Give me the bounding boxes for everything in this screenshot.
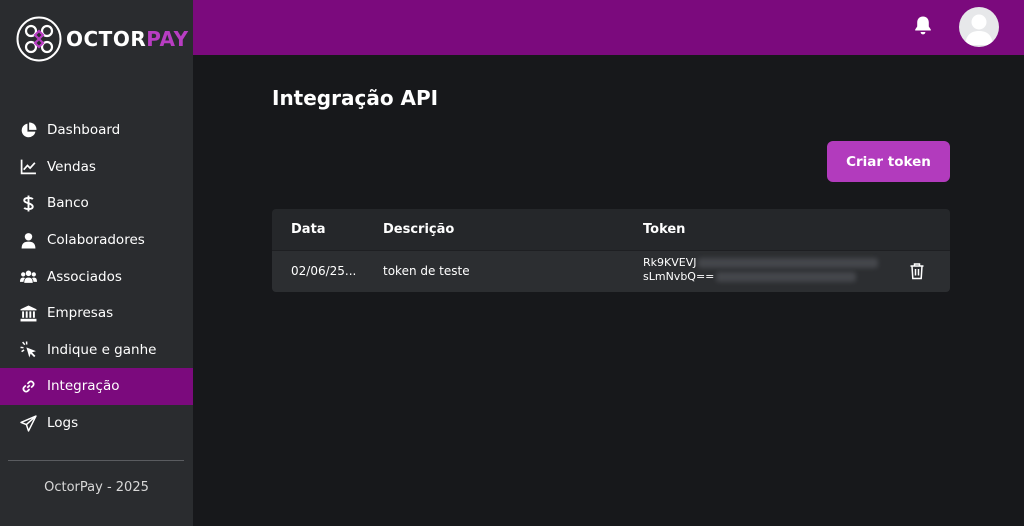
sidebar-item-associados[interactable]: Associados <box>0 258 193 295</box>
sidebar-item-dashboard[interactable]: Dashboard <box>0 112 193 149</box>
create-token-button[interactable]: Criar token <box>827 141 950 182</box>
column-header-description: Descrição <box>383 222 455 237</box>
sidebar-item-integracao[interactable]: Integração <box>0 368 193 405</box>
avatar[interactable] <box>959 7 999 47</box>
sidebar-item-colaboradores[interactable]: Colaboradores <box>0 222 193 259</box>
sidebar-item-label: Vendas <box>47 158 96 175</box>
user-icon <box>19 231 37 249</box>
token-redacted-1 <box>698 258 879 268</box>
sidebar-footer: OctorPay - 2025 <box>44 480 149 495</box>
sidebar-item-indique-e-ganhe[interactable]: Indique e ganhe <box>0 332 193 369</box>
pointer-click-icon <box>19 341 37 359</box>
top-bar <box>193 0 1024 55</box>
paper-plane-icon <box>19 414 37 432</box>
sidebar-item-empresas[interactable]: Empresas <box>0 295 193 332</box>
link-icon <box>19 377 37 395</box>
logo-mark-icon <box>16 16 62 62</box>
token-text-line-1: Rk9KVEVJ <box>643 256 697 269</box>
table-header: Data Descrição Token <box>272 209 950 250</box>
sidebar-item-label: Empresas <box>47 305 114 322</box>
sidebar: OCTORPAY Dashboard Vendas Banco Colabora… <box>0 0 193 526</box>
bank-icon <box>19 304 37 322</box>
sidebar-item-label: Indique e ganhe <box>47 341 157 358</box>
tokens-table: Data Descrição Token 02/06/25... token d… <box>272 209 950 292</box>
column-header-date: Data <box>291 222 326 237</box>
line-chart-icon <box>19 158 37 176</box>
page-title: Integração API <box>272 86 439 110</box>
column-header-token: Token <box>643 222 686 237</box>
users-icon <box>19 268 37 286</box>
brand-name: OCTORPAY <box>66 27 189 51</box>
row-token: Rk9KVEVJ sLmNvbQ== <box>643 256 879 284</box>
sidebar-item-label: Banco <box>47 195 89 212</box>
row-description: token de teste <box>383 264 470 278</box>
sidebar-divider <box>8 460 184 461</box>
sidebar-item-vendas[interactable]: Vendas <box>0 149 193 186</box>
table-row: 02/06/25... token de teste Rk9KVEVJ sLmN… <box>272 250 950 292</box>
trash-icon[interactable] <box>909 262 925 280</box>
sidebar-item-label: Dashboard <box>47 122 121 139</box>
token-redacted-2 <box>716 272 857 282</box>
sidebar-item-label: Associados <box>47 268 122 285</box>
dollar-icon <box>19 194 37 212</box>
user-avatar-icon <box>965 14 993 45</box>
row-date: 02/06/25... <box>291 264 357 278</box>
sidebar-nav: Dashboard Vendas Banco Colaboradores Ass… <box>0 112 193 441</box>
brand-logo[interactable]: OCTORPAY <box>16 16 189 62</box>
sidebar-item-label: Integração <box>47 378 120 395</box>
pie-chart-icon <box>19 121 37 139</box>
sidebar-item-banco[interactable]: Banco <box>0 185 193 222</box>
sidebar-item-label: Colaboradores <box>47 232 145 249</box>
sidebar-item-label: Logs <box>47 415 79 432</box>
token-text-line-2: sLmNvbQ== <box>643 270 715 283</box>
bell-icon[interactable] <box>913 15 933 37</box>
sidebar-item-logs[interactable]: Logs <box>0 405 193 442</box>
